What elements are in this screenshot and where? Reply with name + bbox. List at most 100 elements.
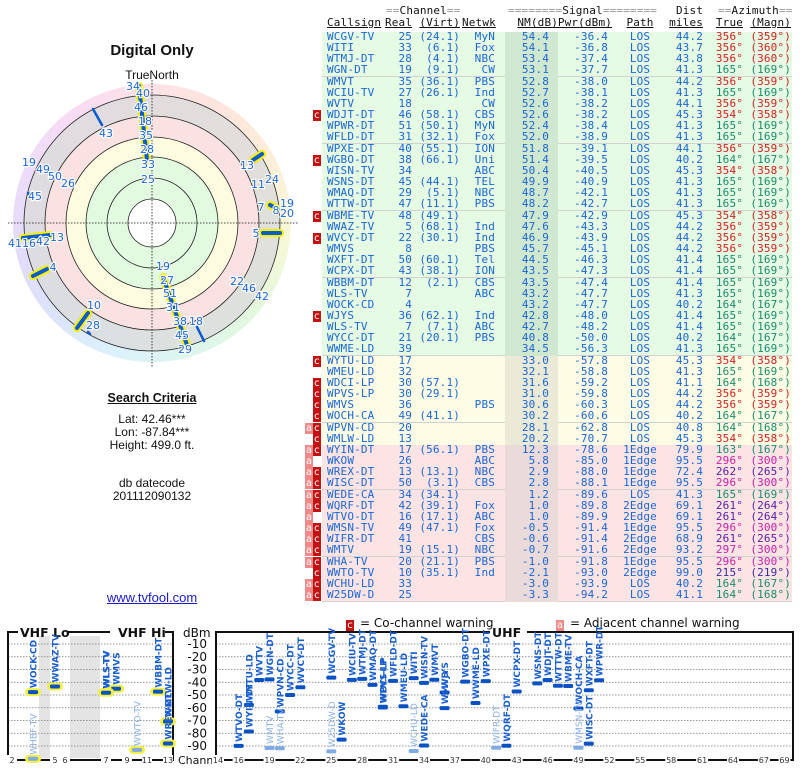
polar-channel-label: 29	[178, 343, 192, 356]
noise-margin: -3.3	[521, 588, 549, 601]
polar-channel-label: 7	[258, 201, 265, 214]
polar-channel-label: 51	[163, 287, 177, 300]
station-bar	[439, 706, 450, 711]
co-channel-warning-icon: c	[313, 500, 321, 512]
station-bar-label: WCGV-TV	[328, 628, 338, 674]
station-bar-label: WWME-LD	[472, 647, 482, 699]
station-bar	[101, 690, 111, 695]
column-header-virt: (Virt)	[419, 16, 460, 29]
virtual-channel: (35.1)	[419, 565, 460, 579]
polar-channel-label: 10	[87, 299, 101, 312]
channel-tick-label: 40	[481, 756, 491, 765]
station-bar	[408, 676, 419, 681]
tvfool-link[interactable]: www.tvfool.com	[2, 590, 302, 605]
station-bar-label: WCIU-TV	[348, 633, 358, 676]
station-bar	[50, 684, 60, 689]
virtual-channel: (56.1)	[419, 442, 460, 456]
azimuth-true: 164°	[715, 588, 743, 601]
channel-tick-label: 34	[419, 756, 429, 765]
station-bar-label: WEDE-CA	[421, 694, 431, 741]
channel-tick-label: 58	[666, 756, 676, 765]
spectrum-chart: -10-20-30-40-50-60-70-80-90VHF Lo VHF Hi U…	[7, 625, 794, 767]
polar-channel-label: 46	[242, 282, 256, 295]
station-bar	[583, 741, 594, 746]
station-bar-label: WMVS	[113, 652, 123, 684]
adjacent-channel-warning-icon: a	[305, 456, 313, 468]
signal-mark	[86, 330, 92, 336]
station-bar	[563, 683, 574, 688]
channel-tick-label: 43	[512, 756, 522, 765]
station-bar-label: WMAQ-DT	[369, 629, 379, 681]
co-channel-warning-icon: c	[313, 590, 321, 601]
network: ABC	[474, 286, 495, 300]
channel-tick-label: 28	[357, 756, 367, 765]
station-bar	[346, 677, 357, 682]
polar-channel-label: 24	[265, 173, 279, 186]
station-row[interactable]: W25DW-D 25 -3.3 -94.2 LOS 41.1 164° (168°) a c	[305, 588, 792, 602]
polar-channel-label: 45	[28, 190, 42, 203]
station-bar	[377, 705, 388, 710]
station-bar-label: WPVN-CD	[276, 658, 286, 707]
co-channel-warning-icon: c	[313, 467, 321, 479]
polar-channel-label: 18	[138, 115, 152, 128]
co-channel-warning-icon: c	[313, 389, 321, 401]
co-channel-warning-icon: c	[313, 210, 321, 222]
station-bar-label: WMTV	[266, 715, 276, 744]
channel-tick-label: 69	[779, 756, 789, 765]
virtual-channel: (20.1)	[419, 331, 460, 345]
station-bar-label: WYIN-DT	[245, 682, 255, 728]
channel-tick-label: 9	[124, 756, 129, 765]
station-bar	[254, 677, 265, 682]
azimuth-magnetic: (168°)	[750, 588, 791, 601]
station-bar	[408, 748, 419, 753]
column-header-true: True	[715, 16, 743, 29]
station-bar	[419, 743, 429, 748]
station-bar-label: WPWR-DT	[596, 625, 606, 677]
polar-channel-label: 26	[61, 177, 75, 190]
channel-tick-label: 67	[759, 756, 769, 765]
polar-channel-label: 42	[36, 235, 50, 248]
channel-tick-label: 11	[142, 756, 152, 765]
station-bar	[419, 680, 429, 685]
adjacent-channel-warning-icon: a	[305, 489, 313, 501]
co-channel-warning-icon: c	[313, 523, 321, 535]
channel-tick-label: 6	[62, 756, 67, 765]
adjacent-channel-warning-icon: a	[305, 500, 313, 512]
station-bar-label: WVTV	[256, 646, 266, 676]
dbm-unit-label: dBm	[183, 626, 211, 640]
station-bar-label: WGBO-DT	[462, 627, 472, 677]
co-channel-warning-icon: c	[313, 110, 321, 122]
station-bar-label: WPXE-DT	[482, 629, 492, 677]
co-channel-warning-icon: c	[313, 154, 321, 166]
station-bar	[388, 678, 399, 683]
channel-tick-label: 16	[234, 756, 244, 765]
channel-gap	[70, 636, 100, 758]
station-bar-label: WHA-TV	[276, 708, 286, 745]
polar-channel-label: 28	[140, 143, 154, 156]
station-bar-label: WCPX-DT	[513, 640, 523, 688]
station-bar-label: WBME-TV	[565, 635, 575, 682]
station-bar	[552, 683, 563, 688]
polar-channel-label: 4	[50, 261, 57, 274]
co-channel-warning-icon: c	[313, 400, 321, 412]
db-datecode-value: 201112090132	[112, 489, 192, 503]
polar-channel-label: 11	[251, 178, 265, 191]
polar-channel-label: 45	[175, 329, 189, 342]
co-channel-warning-icon: c	[313, 556, 321, 568]
polar-channel-label: 19	[156, 260, 170, 273]
channel-tick-label: 37	[450, 756, 460, 765]
polar-channel-label: 16	[22, 237, 36, 250]
station-bar-label: WYCC-DT	[287, 643, 297, 691]
co-channel-warning-icon: c	[313, 478, 321, 490]
station-bar	[295, 685, 306, 690]
station-bar	[532, 681, 543, 686]
column-header-real: Real	[385, 16, 413, 29]
station-bar	[460, 679, 471, 684]
real-channel: 25	[398, 588, 412, 601]
channel-tick-label: 55	[635, 756, 645, 765]
channel-tick-label: 52	[604, 756, 614, 765]
station-bar-label: WWTO-TV	[134, 700, 144, 746]
channel-tick-label: 22	[295, 756, 305, 765]
station-bar-label: WQRF-DT	[503, 693, 513, 742]
polar-channel-label: 43	[99, 127, 113, 140]
